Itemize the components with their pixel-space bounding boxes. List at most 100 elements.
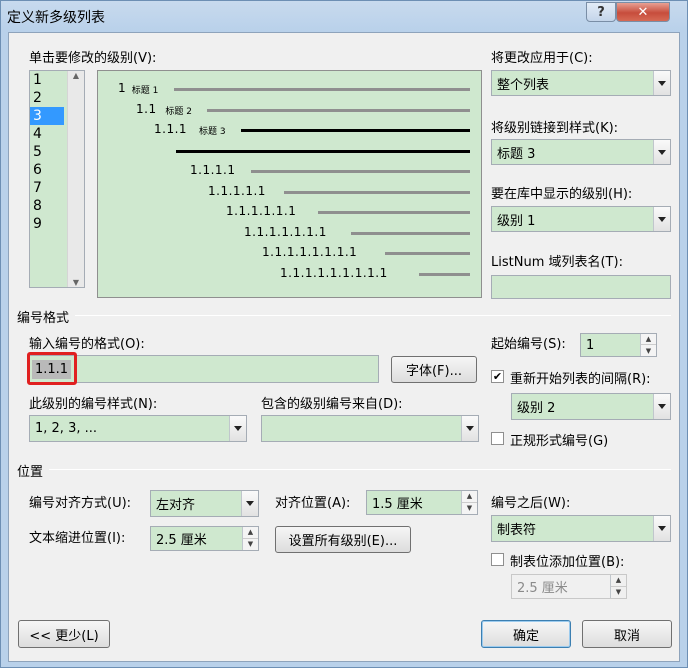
preview-caption: 标题 1 xyxy=(131,86,159,96)
level-list-scrollbar[interactable]: ▲ ▼ xyxy=(67,71,84,287)
chevron-down-icon[interactable] xyxy=(653,71,670,95)
preview-number: 1.1.1.1 xyxy=(190,163,236,177)
start-at-value: 1 xyxy=(586,337,595,353)
tab-stop-checkbox[interactable] xyxy=(491,553,504,566)
tab-stop-label: 制表位添加位置(B): xyxy=(510,555,625,570)
gallery-level-label: 要在库中显示的级别(H): xyxy=(491,187,633,202)
format-label: 输入编号的格式(O): xyxy=(29,337,145,352)
position-section-title: 位置 xyxy=(17,465,44,480)
link-style-select[interactable]: 标题 3 xyxy=(491,139,671,165)
preview-row: 1.1.1.1.1.1 xyxy=(98,204,483,219)
indent-input[interactable]: 2.5 厘米 ▲ ▼ xyxy=(150,526,259,551)
number-style-select[interactable]: 1, 2, 3, ... xyxy=(29,415,247,442)
include-level-select[interactable] xyxy=(261,415,479,442)
preview-line xyxy=(418,272,470,276)
preview-row: 1.1.1.1.1.1.1.1.1 xyxy=(98,265,483,281)
spin-down-icon: ▼ xyxy=(247,540,254,549)
restart-checkbox[interactable]: ✔ xyxy=(491,370,504,383)
indent-label: 文本缩进位置(I): xyxy=(29,531,126,546)
include-level-label: 包含的级别编号来自(D): xyxy=(261,397,403,412)
scroll-down-icon[interactable]: ▼ xyxy=(73,278,79,287)
help-button[interactable]: ? xyxy=(586,2,616,22)
ok-button[interactable]: 确定 xyxy=(481,620,571,648)
section-divider xyxy=(49,469,671,470)
level-list[interactable]: 123456789 ▲ ▼ xyxy=(29,70,85,288)
preview-row: 1.1.1.1.1.1.1 xyxy=(98,224,483,240)
preview-number: 1 xyxy=(118,81,127,95)
align-label: 编号对齐方式(U): xyxy=(29,496,132,511)
start-at-input[interactable]: 1 ▲ ▼ xyxy=(580,333,657,357)
checkmark-icon: ✔ xyxy=(492,370,503,383)
gallery-level-select[interactable]: 级别 1 xyxy=(491,206,671,232)
number-format-section-title: 编号格式 xyxy=(17,311,70,326)
chevron-down-icon[interactable] xyxy=(229,416,246,441)
follow-number-select[interactable]: 制表符 xyxy=(491,515,671,542)
apply-to-select[interactable]: 整个列表 xyxy=(491,70,671,96)
close-button[interactable]: ✕ xyxy=(616,2,670,22)
start-at-spinner[interactable]: ▲ ▼ xyxy=(640,334,656,356)
number-style-label: 此级别的编号样式(N): xyxy=(29,397,158,412)
align-select[interactable]: 左对齐 xyxy=(150,490,259,517)
preview-number: 1.1.1.1.1.1.1 xyxy=(244,224,327,239)
chevron-down-icon[interactable] xyxy=(461,416,478,441)
preview-line xyxy=(241,129,470,132)
dialog-body: 单击要修改的级别(V): 123456789 ▲ ▼ 1 标题 1 1.1 标题 21… xyxy=(8,32,680,662)
preview-line xyxy=(176,149,470,153)
start-at-label: 起始编号(S): xyxy=(491,337,566,352)
legal-numbering-label: 正规形式编号(G) xyxy=(510,434,609,449)
listnum-input[interactable] xyxy=(491,275,671,299)
follow-number-label: 编号之后(W): xyxy=(491,496,571,511)
preview-pane: 1 标题 1 1.1 标题 2 1.1.1 标题 3 1.1.1.1 1.1.1.1.1 1.1… xyxy=(97,70,482,298)
listnum-label: ListNum 域列表名(T): xyxy=(491,255,623,270)
legal-numbering-checkbox[interactable] xyxy=(491,432,504,445)
preview-line xyxy=(250,170,470,173)
set-all-levels-button[interactable]: 设置所有级别(E)... xyxy=(275,526,411,553)
preview-row: 1 标题 1 xyxy=(98,81,483,96)
chevron-down-icon[interactable] xyxy=(653,516,670,541)
aligned-at-value: 1.5 厘米 xyxy=(372,497,423,512)
preview-line xyxy=(284,190,470,194)
preview-line xyxy=(351,231,470,235)
preview-number: 1.1.1.1.1 xyxy=(208,183,266,198)
spin-up-icon: ▲ xyxy=(611,575,626,587)
scroll-up-icon[interactable]: ▲ xyxy=(73,71,79,80)
apply-to-label: 将更改应用于(C): xyxy=(491,51,593,66)
preview-number: 1.1.1.1.1.1.1.1.1 xyxy=(280,265,388,280)
preview-number: 1.1.1.1.1.1.1.1 xyxy=(262,245,358,259)
restart-level-select[interactable]: 级别 2 xyxy=(511,393,671,420)
chevron-down-icon[interactable] xyxy=(653,140,670,164)
restart-level-value: 级别 2 xyxy=(517,401,556,416)
chevron-down-icon[interactable] xyxy=(653,207,670,231)
preview-row: 1.1.1.1.1 xyxy=(98,183,483,199)
dialog-window: 定义新多级列表 ? ✕ 单击要修改的级别(V): 123456789 ▲ ▼ 1… xyxy=(0,0,688,668)
aligned-at-spinner[interactable]: ▲ ▼ xyxy=(461,491,477,514)
section-divider xyxy=(75,315,671,316)
tab-stop-spinner[interactable]: ▲ ▼ xyxy=(610,575,626,598)
spin-up-icon: ▲ xyxy=(641,334,656,345)
spin-down-icon: ▼ xyxy=(645,346,652,355)
preview-line xyxy=(207,108,470,112)
preview-row: 1.1.1 标题 3 xyxy=(98,122,483,137)
chevron-down-icon[interactable] xyxy=(241,491,258,516)
gallery-level-value: 级别 1 xyxy=(497,213,536,229)
restart-label: 重新开始列表的间隔(R): xyxy=(510,372,651,387)
format-input[interactable]: 1.1.1 xyxy=(29,355,379,383)
indent-spinner[interactable]: ▲ ▼ xyxy=(242,527,258,550)
less-button[interactable]: << 更少(L) xyxy=(18,620,110,648)
preview-row: 1.1.1.1.1.1.1.1 xyxy=(98,245,483,260)
preview-line xyxy=(173,88,470,91)
dialog-title: 定义新多级列表 xyxy=(7,10,105,26)
follow-number-value: 制表符 xyxy=(497,523,537,538)
font-button[interactable]: 字体(F)... xyxy=(391,356,477,383)
align-value: 左对齐 xyxy=(156,498,196,513)
spin-down-icon: ▼ xyxy=(466,504,473,513)
tab-stop-input[interactable]: 2.5 厘米 ▲ ▼ xyxy=(511,574,627,599)
spin-down-icon: ▼ xyxy=(615,588,622,597)
chevron-down-icon[interactable] xyxy=(653,394,670,419)
number-style-value: 1, 2, 3, ... xyxy=(35,421,98,436)
cancel-button[interactable]: 取消 xyxy=(582,620,672,648)
level-item[interactable]: 3 xyxy=(30,107,64,125)
aligned-at-input[interactable]: 1.5 厘米 ▲ ▼ xyxy=(366,490,478,515)
preview-line xyxy=(385,252,470,255)
spin-up-icon: ▲ xyxy=(243,527,258,539)
